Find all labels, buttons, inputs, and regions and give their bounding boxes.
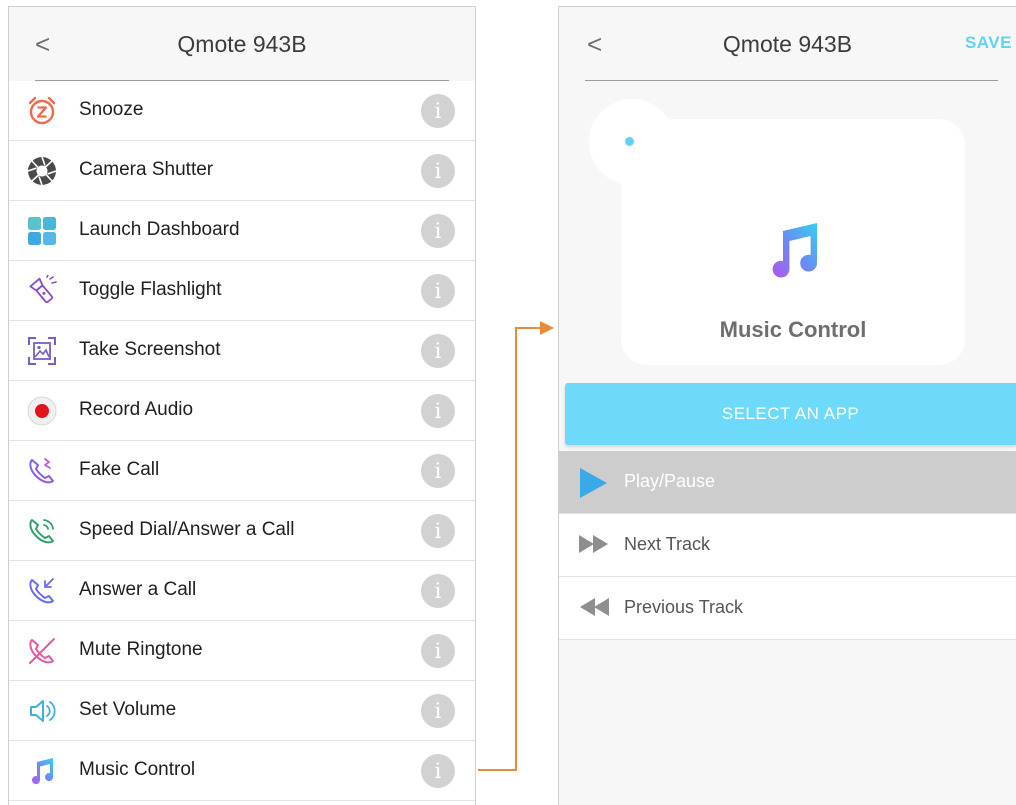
list-item-label: Camera Shutter: [79, 159, 214, 180]
list-item-label: Mute Ringtone: [79, 639, 203, 660]
dashboard-grid-icon: [26, 215, 58, 247]
page-title: Qmote 943B: [722, 31, 853, 57]
action-list: Snooze i Camera Shutter i Launch Dashboa…: [9, 81, 475, 801]
info-icon[interactable]: i: [421, 214, 455, 248]
answer-call-phone-icon: [26, 575, 58, 607]
list-item-label: Snooze: [79, 99, 144, 120]
list-item-mute-ringtone[interactable]: Mute Ringtone i: [9, 621, 475, 681]
list-item-fake-call[interactable]: Fake Call i: [9, 441, 475, 501]
list-item-label: Take Screenshot: [79, 339, 221, 360]
record-icon: [26, 395, 58, 427]
list-item-label: Record Audio: [79, 399, 194, 420]
speaker-volume-icon: [26, 695, 58, 727]
list-item-camera-shutter[interactable]: Camera Shutter i: [9, 141, 475, 201]
list-item-launch-dashboard[interactable]: Launch Dashboard i: [9, 201, 475, 261]
list-item-label: Music Control: [79, 759, 196, 780]
list-item-label: Fake Call: [79, 459, 160, 480]
info-icon[interactable]: i: [421, 454, 455, 488]
connector-arrow: [478, 321, 554, 771]
fast-forward-icon: [577, 530, 611, 563]
play-icon: [577, 467, 609, 504]
header: < Qmote 943B: [9, 7, 475, 81]
screenshot-icon: [26, 335, 58, 367]
list-item-label: Answer a Call: [79, 579, 197, 600]
list-item-label: Toggle Flashlight: [79, 279, 222, 300]
indicator-dot: [625, 137, 634, 146]
options-list: Play/Pause Next Track Previous Track: [559, 451, 1016, 640]
info-icon[interactable]: i: [421, 334, 455, 368]
info-icon[interactable]: i: [421, 634, 455, 668]
info-icon[interactable]: i: [421, 754, 455, 788]
music-note-icon: [26, 755, 58, 787]
alarm-clock-z-icon: [26, 95, 58, 127]
info-icon[interactable]: i: [421, 394, 455, 428]
header-divider: [585, 80, 998, 81]
fake-call-phone-icon: [26, 455, 58, 487]
list-item-record-audio[interactable]: Record Audio i: [9, 381, 475, 441]
list-item-answer-call[interactable]: Answer a Call i: [9, 561, 475, 621]
info-icon[interactable]: i: [421, 694, 455, 728]
info-icon[interactable]: i: [421, 274, 455, 308]
list-item-snooze[interactable]: Snooze i: [9, 81, 475, 141]
save-button[interactable]: SAVE: [965, 33, 1012, 53]
page-title: Qmote 943B: [177, 31, 307, 57]
camera-aperture-icon: [26, 155, 58, 187]
list-item-label: Launch Dashboard: [79, 219, 240, 240]
info-icon[interactable]: i: [421, 514, 455, 548]
option-next-track[interactable]: Next Track: [559, 514, 1016, 577]
list-item-take-screenshot[interactable]: Take Screenshot i: [9, 321, 475, 381]
list-item-speed-dial[interactable]: Speed Dial/Answer a Call i: [9, 501, 475, 561]
flashlight-icon: [26, 275, 58, 307]
info-icon[interactable]: i: [421, 94, 455, 128]
list-item-music-control[interactable]: Music Control i: [9, 741, 475, 801]
list-item-label: Speed Dial/Answer a Call: [79, 519, 295, 540]
option-label: Play/Pause: [624, 471, 716, 491]
select-app-button[interactable]: SELECT AN APP: [565, 383, 1016, 445]
left-screen: < Qmote 943B Snooze i Camera Shutter i L…: [8, 6, 476, 805]
option-previous-track[interactable]: Previous Track: [559, 577, 1016, 640]
option-play-pause[interactable]: Play/Pause: [559, 451, 1016, 514]
speed-dial-phone-icon: [26, 515, 58, 547]
action-card: Music Control: [621, 119, 965, 365]
info-icon[interactable]: i: [421, 154, 455, 188]
rewind-icon: [577, 593, 611, 626]
list-item-set-volume[interactable]: Set Volume i: [9, 681, 475, 741]
info-icon[interactable]: i: [421, 574, 455, 608]
action-name: Music Control: [719, 317, 867, 342]
mute-ringtone-phone-icon: [26, 635, 58, 667]
option-label: Next Track: [624, 534, 711, 554]
option-label: Previous Track: [624, 597, 744, 617]
music-note-icon: [761, 215, 825, 290]
right-screen: < Qmote 943B SAVE Music Control SELECT A…: [558, 6, 1016, 805]
header: < Qmote 943B SAVE: [559, 7, 1016, 81]
list-item-toggle-flashlight[interactable]: Toggle Flashlight i: [9, 261, 475, 321]
list-item-label: Set Volume: [79, 699, 177, 720]
